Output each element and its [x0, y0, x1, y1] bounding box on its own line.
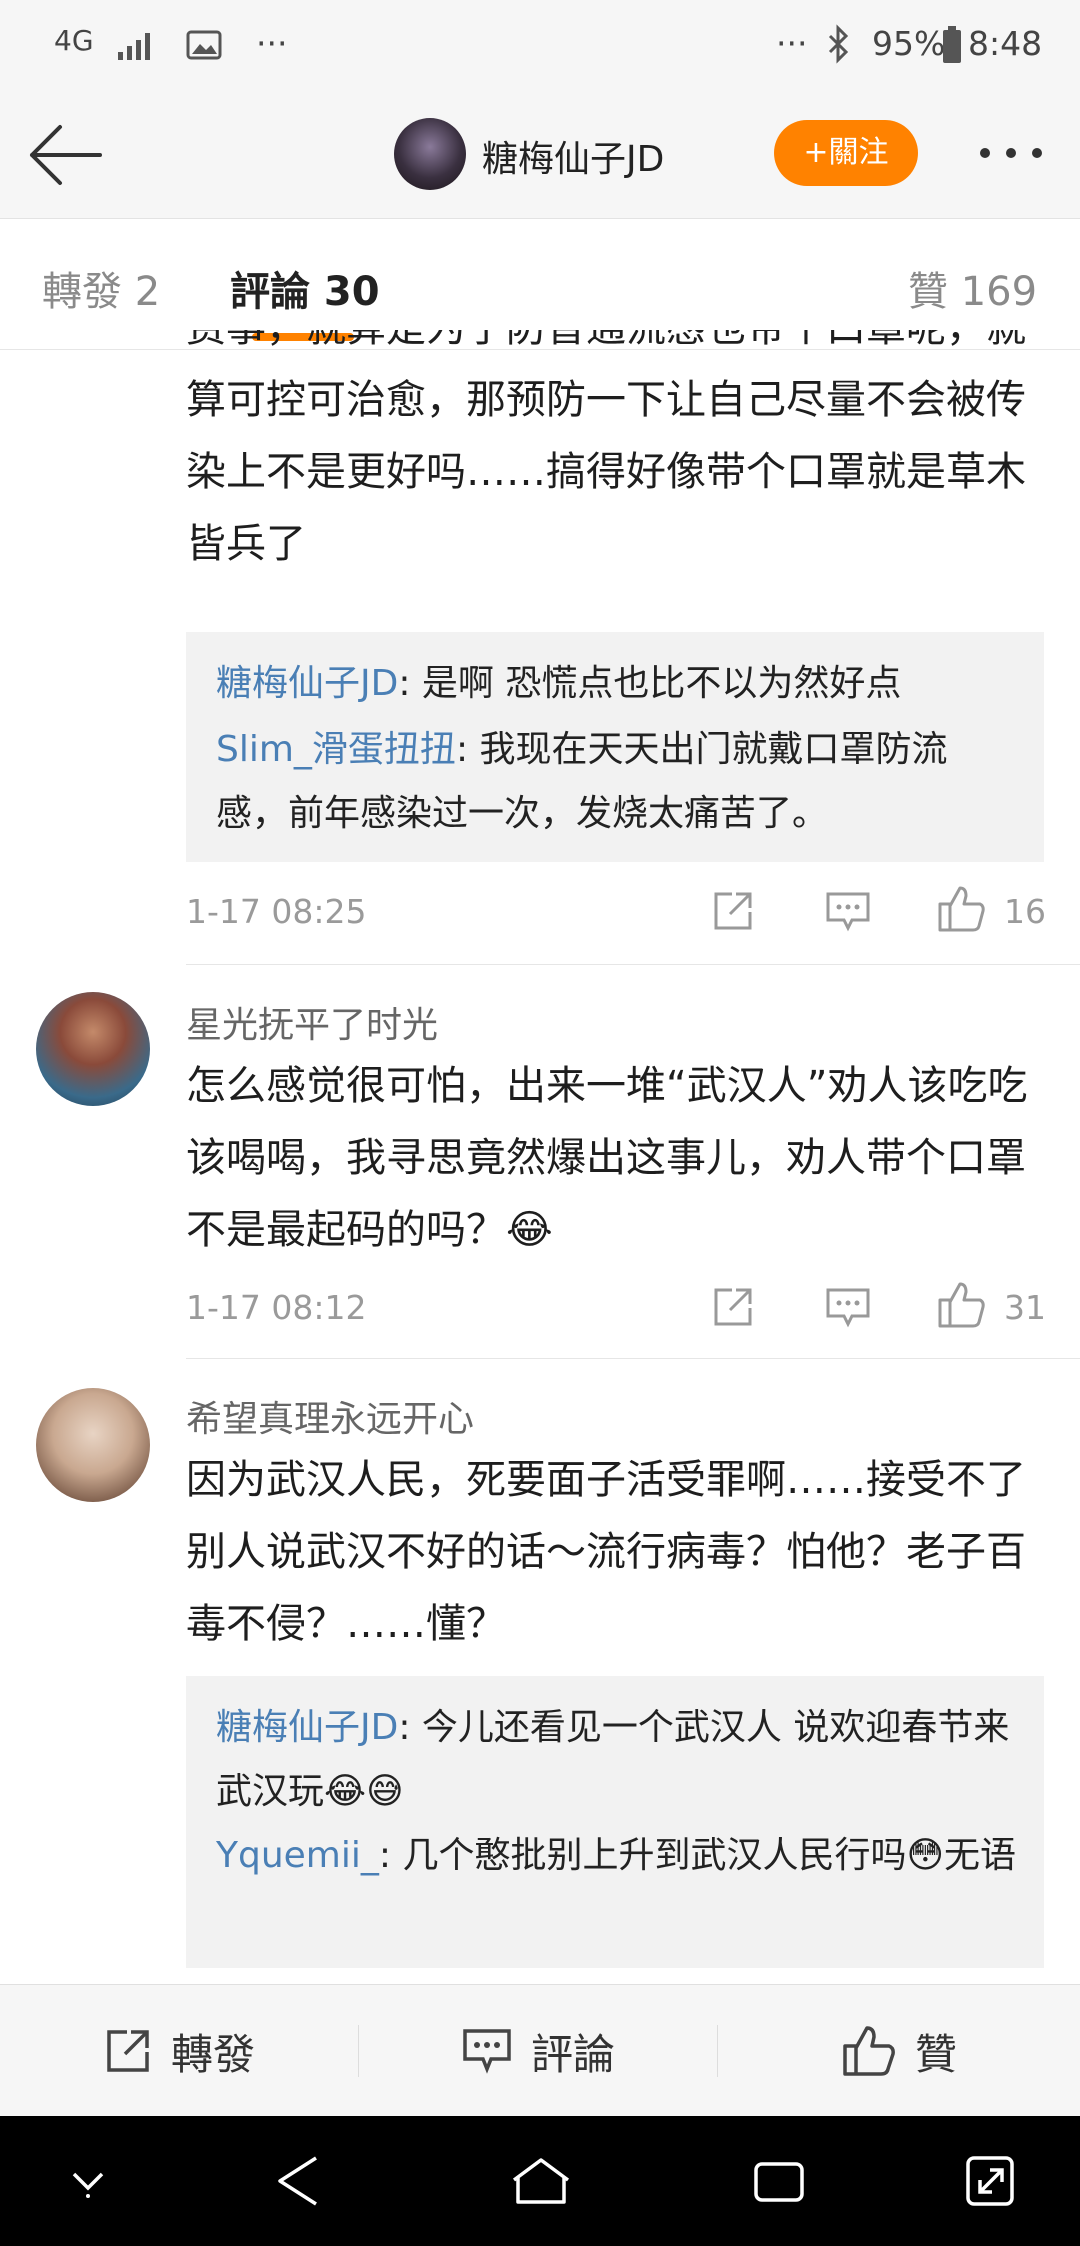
- like-icon[interactable]: [936, 1280, 988, 1330]
- reply-item: 糖梅仙子JD: 是啊 恐慌点也比不以为然好点: [216, 652, 1016, 716]
- commenter-avatar[interactable]: [36, 992, 150, 1106]
- reply-username[interactable]: 糖梅仙子JD: [216, 1707, 398, 1748]
- expand-icon[interactable]: [962, 2152, 1018, 2210]
- recent-apps-icon[interactable]: [750, 2156, 808, 2206]
- comment-button[interactable]: 評論: [359, 1985, 717, 2117]
- follow-button[interactable]: +關注: [774, 120, 918, 186]
- share-icon[interactable]: [710, 1284, 756, 1330]
- thumbs-up-icon: [843, 2026, 895, 2076]
- bluetooth-icon: [828, 24, 849, 64]
- home-icon[interactable]: [508, 2154, 574, 2208]
- repost-label: 轉發: [170, 2029, 255, 2079]
- tab-reposts[interactable]: 轉發 2: [42, 259, 160, 317]
- reply-box[interactable]: 糖梅仙子JD: 今儿还看见一个武汉人 说欢迎春节来武汉玩😂😅 Yquemii_:…: [186, 1676, 1044, 1968]
- clock: 8:48: [968, 24, 1043, 63]
- reply-text: : 几个憨批别上升到武汉人民行吗😳无语: [378, 1835, 1016, 1876]
- top-nav-bar: 糖梅仙子JD +關注: [0, 90, 1080, 219]
- like-count: 31: [1004, 1288, 1046, 1327]
- reply-text: : 是啊 恐慌点也比不以为然好点: [398, 663, 902, 704]
- comment-icon: [463, 2029, 511, 2074]
- commenter-name[interactable]: 星光抚平了时光: [186, 996, 438, 1048]
- comment-timestamp: 1-17 08:12: [186, 1288, 367, 1327]
- bottom-action-bar: 轉發 評論 贊: [0, 1984, 1080, 2117]
- status-bar: 4G ··· ··· 95% 8:48: [0, 0, 1080, 90]
- comment-divider: [186, 964, 1080, 965]
- image-notification-icon: [186, 30, 222, 60]
- comment-timestamp: 1-17 08:25: [186, 892, 367, 931]
- like-icon[interactable]: [936, 884, 988, 934]
- battery-icon: [943, 26, 961, 63]
- author-avatar[interactable]: [394, 118, 466, 190]
- commenter-avatar[interactable]: [36, 1388, 150, 1502]
- reply-item: Slim_滑蛋扭扭: 我现在天天出门就戴口罩防流感，前年感染过一次，发烧太痛苦了…: [216, 718, 1016, 846]
- tab-likes[interactable]: 贊 169: [908, 259, 1037, 317]
- comment-text: 费事，就算是为了防普通流感也带个口罩呢，就算可控可治愈，那预防一下让自己尽量不会…: [186, 330, 1046, 620]
- overflow-status-icon: ···: [776, 24, 808, 63]
- repost-button[interactable]: 轉發: [0, 1985, 358, 2117]
- more-notifications-icon: ···: [256, 24, 288, 63]
- reply-box[interactable]: 糖梅仙子JD: 是啊 恐慌点也比不以为然好点 Slim_滑蛋扭扭: 我现在天天出…: [186, 632, 1044, 862]
- reply-username[interactable]: Slim_滑蛋扭扭: [216, 729, 456, 770]
- reply-username[interactable]: Yquemii_: [216, 1835, 379, 1876]
- comment-reply-icon[interactable]: [824, 1286, 872, 1330]
- like-button[interactable]: 贊: [718, 1985, 1080, 2117]
- battery-percent: 95%: [872, 24, 946, 63]
- comment-reply-icon[interactable]: [824, 890, 872, 934]
- commenter-name[interactable]: 希望真理永远开心: [186, 1390, 474, 1442]
- back-triangle-icon[interactable]: [272, 2152, 326, 2210]
- reply-item: 糖梅仙子JD: 今儿还看见一个武汉人 说欢迎春节来武汉玩😂😅: [216, 1696, 1016, 1824]
- comment-1-text: 费事，就算是为了防普通流感也带个口罩呢，就算可控可治愈，那预防一下让自己尽量不会…: [186, 330, 1026, 567]
- comment-divider: [186, 1358, 1080, 1359]
- author-name[interactable]: 糖梅仙子JD: [482, 130, 664, 182]
- reply-username[interactable]: 糖梅仙子JD: [216, 663, 398, 704]
- network-indicator: 4G: [54, 24, 94, 57]
- reply-item: Yquemii_: 几个憨批别上升到武汉人民行吗😳无语: [216, 1824, 1016, 1888]
- chevron-down-icon[interactable]: [64, 2164, 112, 2200]
- like-count: 16: [1004, 892, 1046, 931]
- back-arrow-icon[interactable]: [26, 120, 106, 190]
- repost-icon: [107, 2030, 149, 2072]
- comment-text: 因为武汉人民，死要面子活受罪啊……接受不了别人说武汉不好的话～流行病毒？怕他？老…: [186, 1457, 1026, 1647]
- comment-label: 評論: [530, 2029, 615, 2079]
- like-label: 贊: [914, 2029, 957, 2079]
- share-icon[interactable]: [710, 888, 756, 934]
- signal-icon: [118, 33, 150, 60]
- comment-text: 怎么感觉很可怕，出来一堆“武汉人”劝人该吃吃该喝喝，我寻思竟然爆出这事儿，劝人带…: [186, 1063, 1028, 1253]
- system-navigation-bar: [0, 2116, 1080, 2246]
- more-options-icon[interactable]: [976, 132, 1056, 172]
- tab-comments[interactable]: 評論 30: [230, 259, 380, 317]
